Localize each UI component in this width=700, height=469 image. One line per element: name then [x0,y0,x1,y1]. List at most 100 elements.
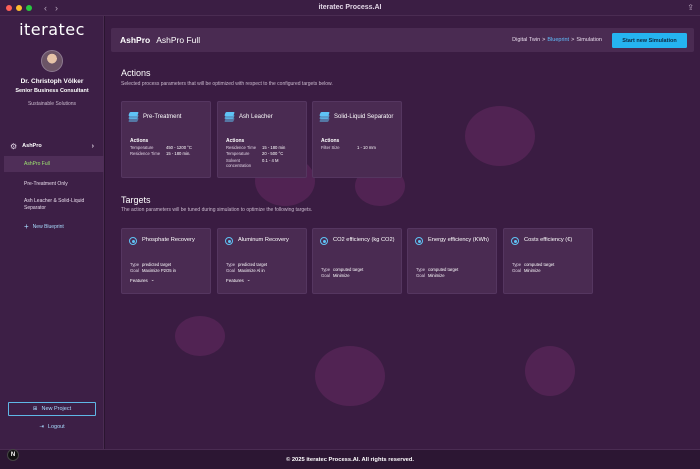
actions-section-subtitle: Selected process parameters that will be… [121,81,333,87]
features-label: Features [130,277,148,283]
breadcrumb-digital-twin[interactable]: Digital Twin [512,37,540,43]
param-row: Temperature 450 - 1200 °C [130,145,192,150]
background-blob [465,106,535,166]
param-value: 450 - 1200 °C [166,145,192,150]
goal-label: Goal [512,268,521,273]
close-window-button[interactable] [6,4,12,11]
target-icon [225,237,233,245]
type-value: predicted target [238,262,268,267]
param-value: 1 - 10 mm [357,145,376,150]
chevron-down-icon: ⌄ [150,277,155,282]
target-card-co2-efficiency[interactable]: CO2 efficiency (kg CO2) Type computed ta… [312,228,402,294]
action-card-solid-liquid-separator[interactable]: Solid-Liquid Separator Actions Filter Si… [312,101,402,178]
window-titlebar: ‹ › iteratec Process.AI ⇪ [0,0,700,16]
logout-button[interactable]: ⇥ Logout [0,424,104,430]
sidebar-item-pre-treatment-only[interactable]: Pre-Treatment Only [4,177,104,191]
param-name: Temperature [226,151,250,156]
features-toggle[interactable]: Features ⌄ [130,277,155,283]
param-row: Temperature 20 - 500 °C [226,151,283,156]
breadcrumb-separator: > [571,37,575,43]
action-card-ash-leacher[interactable]: Ash Leacher Actions Residence Time 15 - … [217,101,307,178]
new-project-button[interactable]: ⊞ New Project [8,402,96,416]
folder-plus-icon: ⊞ [32,406,38,412]
target-icon [415,237,423,245]
targets-section-title: Targets [121,195,151,205]
background-blob [525,346,575,396]
type-label: Type [226,262,236,267]
sidebar-section-ashpro[interactable]: ⚙ AshPro › [10,141,94,151]
new-project-label: New Project [41,406,72,412]
goal-label: Goal [416,273,425,278]
main-content: AshPro AshPro Full Digital Twin > Bluepr… [105,16,700,449]
logout-label: Logout [47,424,65,430]
targets-section-subtitle: The action parameters will be tuned duri… [121,207,313,213]
target-type-row: Type computed target [512,262,554,267]
target-goal-row: Goal Minimize [512,268,541,273]
user-name: Dr. Christoph Völker [20,78,84,85]
goal-label: Goal [321,273,330,278]
avatar [41,50,63,72]
breadcrumb-separator: > [542,37,546,43]
share-icon[interactable]: ⇪ [687,3,694,12]
action-card-title: Solid-Liquid Separator [334,113,394,120]
target-card-phosphate-recovery[interactable]: Phosphate Recovery Type predicted target… [121,228,211,294]
logout-icon: ⇥ [39,424,44,430]
target-icon [320,237,328,245]
param-name: Filter Size [321,145,340,150]
sidebar-item-ash-leacher[interactable]: Ash Leacher & Solid-Liquid Separator [4,195,104,215]
param-value: 15 - 180 min. [166,151,191,156]
target-type-row: Type computed target [321,267,363,272]
actions-section-title: Actions [121,68,151,78]
sidebar: iteratec Dr. Christoph Völker Senior Bus… [0,16,104,449]
sidebar-section-label: AshPro [22,143,42,149]
target-card-aluminum-recovery[interactable]: Aluminum Recovery Type predicted target … [217,228,307,294]
sidebar-item-ashpro-full[interactable]: AshPro Full [4,156,104,172]
page-footer: © 2025 iteratec Process.AI. All rights r… [0,449,700,469]
background-blob [175,316,225,356]
plus-icon: + [24,222,29,231]
target-type-row: Type predicted target [130,262,171,267]
type-label: Type [416,267,426,272]
back-arrow-icon[interactable]: ‹ [44,3,47,13]
user-department: Sustainable Solutions [27,101,77,107]
target-card-costs-efficiency[interactable]: Costs efficiency (€) Type computed targe… [503,228,593,294]
start-new-simulation-button[interactable]: Start new Simulation [612,33,687,48]
type-label: Type [512,262,522,267]
param-name: Temperature [130,145,154,150]
features-toggle[interactable]: Features ⌄ [226,277,251,283]
breadcrumb-blueprint[interactable]: Blueprint [547,37,569,43]
goal-label: Goal [130,268,139,273]
action-card-pre-treatment[interactable]: Pre-Treatment Actions Temperature 450 - … [121,101,211,178]
target-card-title: Phosphate Recovery [142,237,195,243]
brand-logo: iteratec [19,20,85,39]
new-blueprint-link[interactable]: + New Blueprint [24,222,64,231]
new-blueprint-label: New Blueprint [32,223,64,230]
param-value: 15 - 180 min [262,145,286,150]
layers-icon [128,112,139,122]
n-badge-button[interactable]: N [7,449,19,461]
layers-icon [319,112,330,122]
action-card-label: Actions [130,138,149,144]
goal-value: Maximize P2O5 in [142,268,176,273]
target-type-row: Type computed target [416,267,458,272]
action-card-label: Actions [321,138,340,144]
header-app-name: AshPro [120,35,151,45]
param-name: Residence Time [226,145,257,150]
goal-value: Maximize Al in [238,268,265,273]
param-row: Filter Size 1 - 10 mm [321,145,376,150]
goal-value: Minimize [524,268,541,273]
param-row: Residence Time 15 - 180 min [226,145,285,150]
layers-icon [224,112,235,122]
type-value: predicted target [142,262,172,267]
minimize-window-button[interactable] [16,4,22,11]
forward-arrow-icon[interactable]: › [55,3,58,13]
type-value: computed target [524,262,555,267]
breadcrumb: Digital Twin > Blueprint > Simulation [512,37,602,43]
goal-label: Goal [226,268,235,273]
target-card-title: Costs efficiency (€) [524,237,573,243]
maximize-window-button[interactable] [26,4,32,11]
background-blob [315,346,385,406]
target-card-energy-efficiency[interactable]: Energy efficiency (KWh) Type computed ta… [407,228,497,294]
target-type-row: Type predicted target [226,262,267,267]
param-value: 20 - 500 °C [262,151,284,156]
